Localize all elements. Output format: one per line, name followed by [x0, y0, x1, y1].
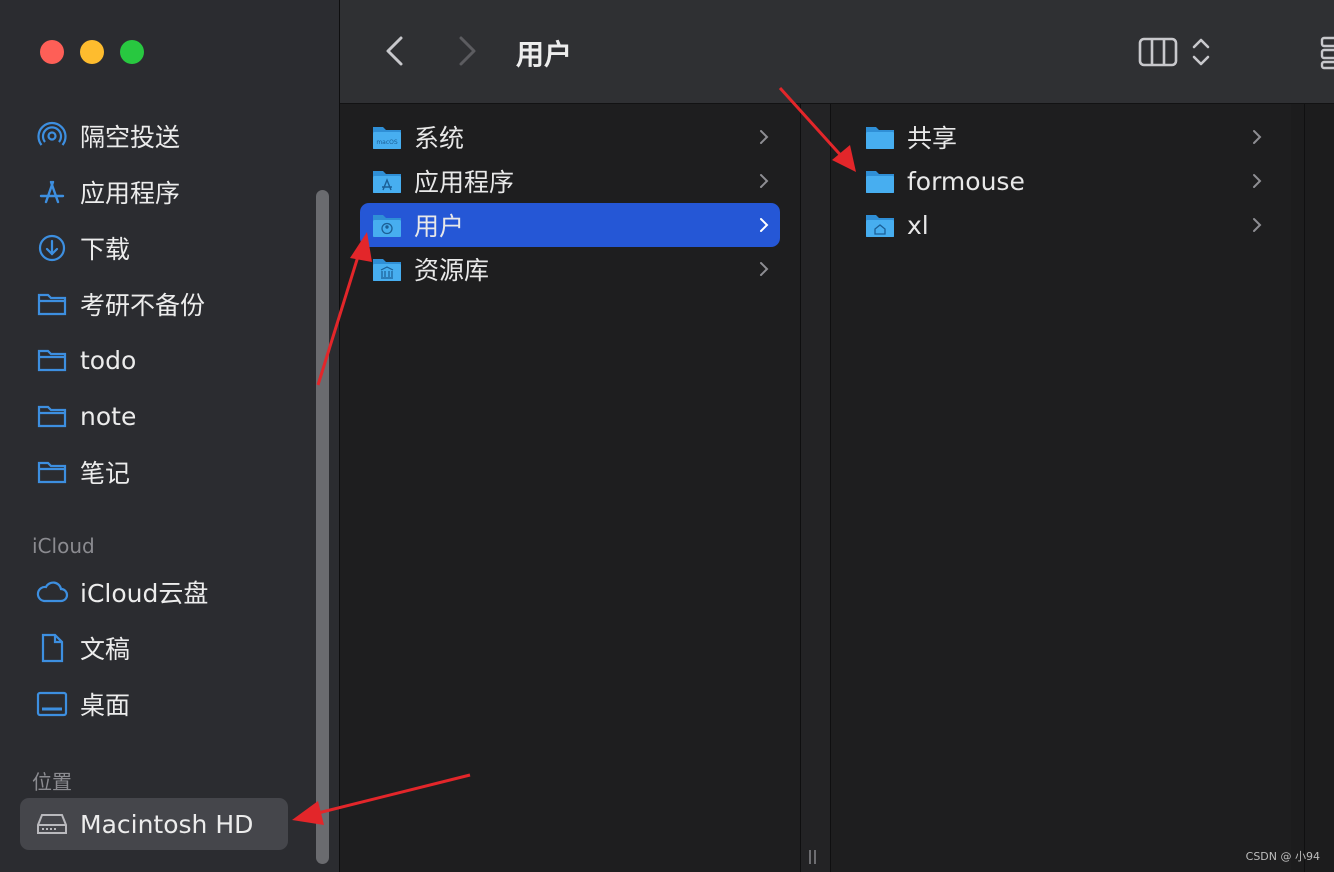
home-folder-icon: [866, 215, 894, 237]
system-folder-icon: macOS: [373, 127, 401, 149]
folder-icon: [34, 286, 70, 322]
sidebar-item-folder-note[interactable]: note: [20, 390, 288, 442]
applications-folder-icon: [373, 171, 401, 193]
item-label: 用户: [414, 212, 465, 241]
group-view-icon[interactable]: [1318, 36, 1334, 74]
sidebar: 隔空投送 应用程序 下载 考研不备份 todo note 笔记 iCloud i…: [0, 0, 340, 872]
applications-icon: [34, 174, 70, 210]
item-label: 系统: [414, 124, 465, 153]
chevron-right-icon: [1251, 172, 1263, 194]
cloud-icon: [34, 574, 70, 610]
sidebar-item-label: 笔记: [80, 459, 131, 488]
list-item-users[interactable]: 用户: [360, 203, 780, 247]
window-controls: [40, 40, 144, 64]
sidebar-item-label: note: [80, 401, 137, 431]
svg-text:macOS: macOS: [376, 139, 398, 146]
list-item-applications[interactable]: 应用程序: [360, 159, 780, 203]
sidebar-section-icloud: iCloud: [32, 534, 95, 558]
library-folder-icon: [373, 259, 401, 281]
chevron-right-icon: [758, 260, 770, 282]
browser-column-users: 共享 formouse xl: [830, 104, 1292, 872]
sidebar-item-applications[interactable]: 应用程序: [20, 166, 288, 218]
column-resize-handle[interactable]: [809, 850, 821, 864]
window-title: 用户: [516, 38, 573, 71]
item-label: formouse: [907, 166, 1025, 196]
sidebar-item-folder-notes-cn[interactable]: 笔记: [20, 446, 288, 498]
sidebar-item-desktop[interactable]: 桌面: [20, 678, 288, 730]
item-label: 资源库: [414, 256, 490, 285]
list-item-formouse[interactable]: formouse: [853, 159, 1273, 203]
sidebar-item-label: 考研不备份: [80, 291, 206, 320]
sidebar-item-label: 隔空投送: [80, 123, 181, 152]
sidebar-item-label: 文稿: [80, 635, 131, 664]
sidebar-item-label: 应用程序: [80, 179, 181, 208]
sidebar-item-airdrop[interactable]: 隔空投送: [20, 110, 288, 162]
toolbar: 用户: [340, 0, 1334, 104]
list-item-shared[interactable]: 共享: [853, 115, 1273, 159]
folder-icon: [866, 127, 894, 149]
chevron-right-icon: [758, 216, 770, 238]
document-icon: [34, 630, 70, 666]
sidebar-item-label: iCloud云盘: [80, 579, 209, 608]
users-folder-icon: [373, 215, 401, 237]
folder-icon: [34, 398, 70, 434]
column-empty-area: [1291, 104, 1334, 872]
minimize-window-button[interactable]: [80, 40, 104, 64]
chevron-right-icon[interactable]: [454, 34, 480, 72]
chevron-right-icon: [758, 172, 770, 194]
zoom-window-button[interactable]: [120, 40, 144, 64]
sidebar-item-folder-kaoyan[interactable]: 考研不备份: [20, 278, 288, 330]
column-divider: [801, 104, 830, 872]
up-down-chevron-icon[interactable]: [1189, 36, 1213, 72]
hard-drive-icon: [34, 806, 70, 842]
sidebar-item-documents[interactable]: 文稿: [20, 622, 288, 674]
download-icon: [34, 230, 70, 266]
item-label: xl: [907, 210, 929, 240]
sidebar-section-locations: 位置: [32, 770, 72, 794]
chevron-right-icon: [1251, 128, 1263, 150]
sidebar-item-label: Macintosh HD: [80, 809, 254, 839]
chevron-right-icon: [758, 128, 770, 150]
watermark: CSDN @ 小94: [1245, 850, 1320, 863]
sidebar-scrollbar[interactable]: [316, 190, 329, 864]
column-view-icon[interactable]: [1138, 36, 1178, 72]
desktop-icon: [34, 686, 70, 722]
close-window-button[interactable]: [40, 40, 64, 64]
sidebar-item-label: todo: [80, 345, 137, 375]
list-item-library[interactable]: 资源库: [360, 247, 780, 291]
folder-icon: [34, 454, 70, 490]
list-item-xl[interactable]: xl: [853, 203, 1273, 247]
browser-column-root: macOS 系统 应用程序 用户 资源库: [340, 104, 801, 872]
airdrop-icon: [34, 118, 70, 154]
sidebar-item-macintosh-hd[interactable]: Macintosh HD: [20, 798, 288, 850]
sidebar-item-icloud-drive[interactable]: iCloud云盘: [20, 566, 288, 618]
item-label: 应用程序: [414, 168, 515, 197]
sidebar-item-label: 桌面: [80, 691, 131, 720]
sidebar-item-label: 下载: [80, 235, 131, 264]
sidebar-item-downloads[interactable]: 下载: [20, 222, 288, 274]
folder-icon: [866, 171, 894, 193]
item-label: 共享: [907, 124, 958, 153]
sidebar-item-folder-todo[interactable]: todo: [20, 334, 288, 386]
chevron-right-icon: [1251, 216, 1263, 238]
list-item-system[interactable]: macOS 系统: [360, 115, 780, 159]
folder-icon: [34, 342, 70, 378]
chevron-left-icon[interactable]: [382, 34, 408, 72]
